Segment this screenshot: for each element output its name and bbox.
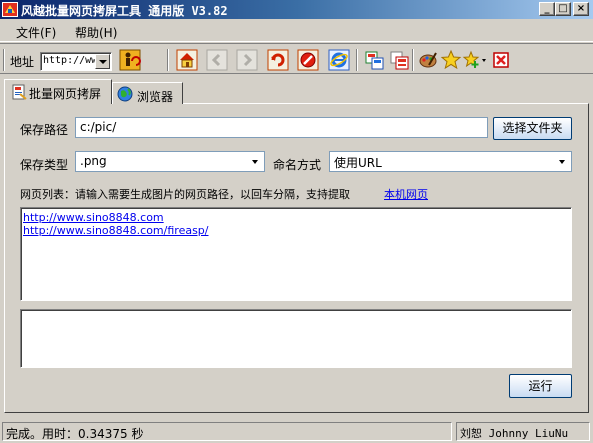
save-path-label: 保存路径 xyxy=(20,123,69,137)
ie-button[interactable] xyxy=(328,49,350,71)
naming-label: 命名方式 xyxy=(273,158,322,172)
toolbar-separator xyxy=(412,49,414,71)
url-item[interactable]: http://www.sino8848.com/fireasp/ xyxy=(23,224,209,237)
maximize-icon: □ xyxy=(558,3,568,14)
status-bar: 完成。用时：0.34375 秒 刘恕 Johnny LiuNu xyxy=(0,419,593,443)
tab-label: 浏览器 xyxy=(137,90,174,104)
copy-icon xyxy=(365,51,384,70)
refresh-button[interactable] xyxy=(267,49,289,71)
tab-browser[interactable]: 浏览器 xyxy=(112,82,183,104)
paste-icon xyxy=(390,51,409,70)
star-icon xyxy=(440,49,462,70)
refresh-icon xyxy=(267,49,289,71)
stop-icon xyxy=(297,49,319,71)
address-label: 地址 xyxy=(10,55,35,69)
url-list-hint: 网页列表：请输入需要生成图片的网页路径，以回车分隔，支持提取 xyxy=(20,188,350,201)
back-button[interactable] xyxy=(206,49,228,71)
address-value: http://ww xyxy=(43,55,95,66)
forward-icon xyxy=(236,49,258,71)
window-title: 风越批量网页拷屏工具 通用版 V3.82 xyxy=(21,4,228,18)
minimize-icon: _ xyxy=(544,3,550,14)
palette-button[interactable] xyxy=(417,49,439,71)
chevron-down-icon[interactable] xyxy=(555,153,570,170)
ie-icon xyxy=(328,49,350,71)
toolbar-separator xyxy=(167,49,169,71)
run-icon xyxy=(119,49,141,71)
menu-help[interactable]: 帮助(H) xyxy=(75,24,117,41)
save-path-input[interactable]: c:/pic/ xyxy=(75,117,488,138)
status-author: 刘恕 Johnny LiuNu xyxy=(456,422,590,441)
forward-button[interactable] xyxy=(236,49,258,71)
save-type-value: .png xyxy=(80,154,107,168)
choose-folder-button[interactable]: 选择文件夹 xyxy=(493,117,572,140)
url-item[interactable]: http://www.sino8848.com xyxy=(23,211,164,224)
minimize-button[interactable]: _ xyxy=(539,2,555,16)
close-window-button[interactable]: × xyxy=(573,2,589,16)
status-message: 完成。用时：0.34375 秒 xyxy=(2,422,452,441)
menu-bar: 文件(F) 帮助(H) xyxy=(0,19,593,42)
address-combo[interactable]: http://ww xyxy=(40,52,112,71)
local-page-link[interactable]: 本机网页 xyxy=(384,186,428,202)
menu-file[interactable]: 文件(F) xyxy=(16,24,56,41)
save-type-label: 保存类型 xyxy=(20,158,69,172)
close-icon: × xyxy=(576,3,586,14)
back-icon xyxy=(206,49,228,71)
copy-button[interactable] xyxy=(363,49,385,71)
naming-select[interactable]: 使用URL xyxy=(329,151,572,172)
paste-button[interactable] xyxy=(388,49,410,71)
title-bar[interactable]: 风越批量网页拷屏工具 通用版 V3.82 _ □ × xyxy=(0,0,593,19)
document-icon xyxy=(12,84,27,100)
url-list-textarea[interactable]: http://www.sino8848.com http://www.sino8… xyxy=(20,207,572,301)
save-path-value: c:/pic/ xyxy=(80,120,117,134)
maximize-button[interactable]: □ xyxy=(555,2,571,16)
run-button[interactable] xyxy=(119,49,141,71)
close-page-button[interactable] xyxy=(490,49,512,71)
close-icon xyxy=(493,52,509,68)
toolbar-separator xyxy=(356,49,358,71)
stop-button[interactable] xyxy=(297,49,319,71)
chevron-down-icon[interactable] xyxy=(95,54,110,69)
home-icon xyxy=(176,49,198,71)
tab-label: 批量网页拷屏 xyxy=(29,87,102,101)
home-button[interactable] xyxy=(176,49,198,71)
save-type-select[interactable]: .png xyxy=(75,151,265,172)
log-textarea[interactable] xyxy=(20,309,572,368)
palette-icon xyxy=(419,52,437,68)
app-icon[interactable] xyxy=(2,2,18,17)
toolbar-grip xyxy=(3,49,5,71)
add-favorite-button[interactable] xyxy=(462,49,488,71)
add-favorite-icon xyxy=(462,50,486,68)
naming-value: 使用URL xyxy=(334,156,382,170)
favorite-button[interactable] xyxy=(440,49,462,71)
tab-batch-capture[interactable]: 批量网页拷屏 xyxy=(4,79,112,104)
globe-icon xyxy=(117,86,133,102)
chevron-down-icon[interactable] xyxy=(248,153,263,170)
run-button[interactable]: 运行 xyxy=(509,374,572,398)
toolbar: 地址 http://ww xyxy=(0,43,593,74)
